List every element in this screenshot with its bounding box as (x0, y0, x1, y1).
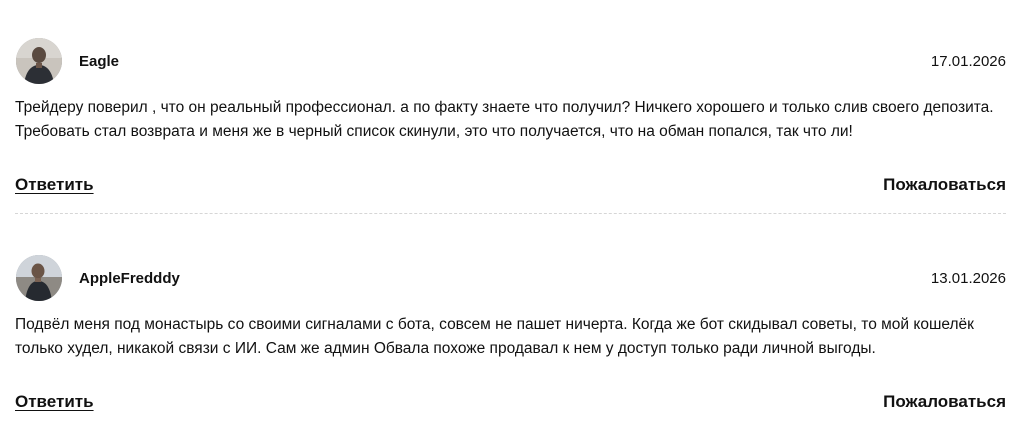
comment-text: Трейдеру поверил , что он реальный профе… (15, 99, 994, 140)
reply-button[interactable]: Ответить (15, 392, 94, 412)
avatar (16, 255, 62, 301)
comments-list: Eagle 17.01.2026 Трейдеру поверил , что … (0, 0, 1024, 426)
comment-item: AppleFredddy 13.01.2026 Подвёл меня под … (0, 217, 1024, 426)
comment-text: Подвёл меня под монастырь со своими сигн… (15, 316, 974, 357)
comment-divider (15, 213, 1006, 214)
report-button[interactable]: Пожаловаться (883, 175, 1006, 195)
report-button[interactable]: Пожаловаться (883, 392, 1006, 412)
comment-date: 13.01.2026 (930, 270, 1006, 287)
comment-item: Eagle 17.01.2026 Трейдеру поверил , что … (0, 0, 1024, 217)
reply-button[interactable]: Ответить (15, 175, 94, 195)
comment-author[interactable]: AppleFredddy (79, 270, 180, 287)
comment-author[interactable]: Eagle (79, 53, 119, 70)
avatar (16, 38, 62, 84)
comment-date: 17.01.2026 (930, 53, 1006, 70)
